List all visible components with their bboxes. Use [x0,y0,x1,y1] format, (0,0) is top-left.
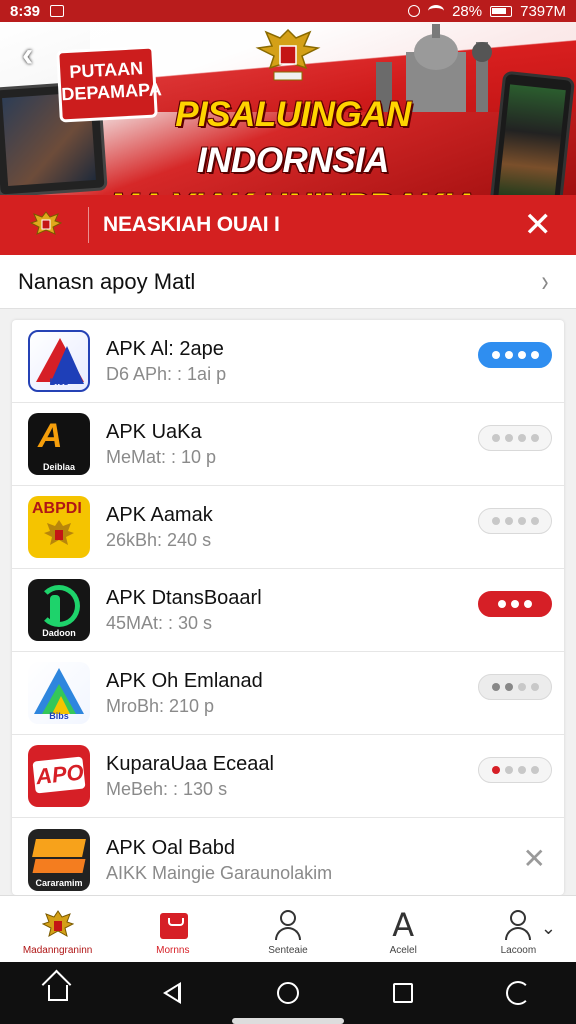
battery-icon [490,5,513,17]
tab-label: Acelel [389,945,417,956]
letter-a-icon: A [392,906,415,944]
garuda-emblem-icon [44,520,74,545]
tab-label: Mornns [156,945,190,956]
person-icon [502,909,534,941]
list-item[interactable]: A Deiblaa APK UaKa MeMat: : 10 p [12,403,564,486]
headline-line1-a: PISALUINGAN [175,95,411,134]
category-title: Nanasn apoy Matl [18,268,196,294]
system-nav-bar [0,962,576,1024]
tab-acelel[interactable]: A Acelel [346,896,461,962]
app-meta: MeBeh: : 130 s [106,779,228,799]
back-icon[interactable] [153,973,193,1013]
category-row[interactable]: Nanasn apoy Matl › [0,255,576,309]
mute-icon [408,5,421,17]
home-indicator [232,1018,344,1024]
status-bar: 8:39 28% 7397M [0,0,576,22]
chevron-right-icon: › [541,264,549,298]
app-logo-icon: Bies [28,330,90,392]
tab-mornns[interactable]: Mornns [115,896,230,962]
app-name: APK Aamak [106,504,213,526]
tab-label: Lacoom [500,945,537,956]
chevron-down-icon[interactable]: ⌄ [541,918,556,939]
gallery-notification-icon [50,5,65,17]
garuda-emblem-icon [255,28,321,81]
toggle-switch[interactable] [478,425,552,451]
app-name: APK DtansBoaarl [106,587,262,609]
battery-percent: 28% [452,2,483,20]
app-list: Bies APK Al: 2ape D6 APh: : 1ai p A Deib… [12,320,564,895]
app-name: APK Oh Emlanad [106,670,263,692]
app-meta: MroBh: 210 p [106,696,215,716]
tab-label: Madanngraninn [22,945,93,956]
app-name: KuparaUaa Eceaal [106,753,274,775]
app-logo-icon: A Deiblaa [28,413,90,475]
section-title: NEASKIAH OUAI I [103,213,280,236]
app-meta: MeMat: : 10 p [106,447,217,467]
app-logo-icon: Bibs [28,662,90,724]
status-clock: 7397M [520,2,566,20]
emblem-icon [41,910,74,937]
bottom-tab-bar: Madanngraninn Mornns Senteaie A Acelel L… [0,895,576,962]
app-meta: 45MAt: : 30 s [106,613,213,633]
garuda-emblem-icon [30,211,62,235]
back-button[interactable]: ‹ [22,38,52,72]
tab-senteaie[interactable]: Senteaie [230,896,345,962]
toggle-switch[interactable] [478,757,552,783]
close-icon[interactable]: ✕ [523,842,546,875]
list-item[interactable]: ABPDI APK Aamak 26kBh: 240 s [12,486,564,569]
home-circle-icon[interactable] [268,973,308,1013]
tray-icon [157,909,189,941]
banner-headline: PISALUINGAN INDORNSIA MA YIAK UNINPRAKIA [78,92,508,195]
list-item[interactable]: Dadoon APK DtansBoaarl 45MAt: : 30 s [12,569,564,652]
tab-label: Senteaie [268,945,308,956]
promo-banner: PUTAAN DEPAMAPA ‹ PISALUINGAN INDORNSIA … [0,22,576,195]
tab-home[interactable]: Madanngraninn [0,896,115,962]
app-name: APK Oal Babd [106,836,235,859]
app-logo-icon: Dadoon [28,579,90,641]
headline-line1-b: INDORNSIA [197,141,389,180]
app-logo-icon: ABPDI [28,496,90,558]
close-icon[interactable]: ✕ [524,208,553,242]
app-meta: AIKK Maingie Garaunolakim [106,862,333,883]
wifi-icon [428,5,445,17]
toggle-switch[interactable] [478,342,552,368]
toggle-switch[interactable] [478,508,552,534]
list-item[interactable]: APOK KuparaUaa Eceaal MeBeh: : 130 s [12,735,564,818]
app-logo-icon: APOK [28,745,90,807]
header-divider [88,207,89,243]
home-icon[interactable] [38,973,78,1013]
app-logo-icon: Cararamim [28,828,90,891]
person-icon [272,909,304,941]
recents-icon[interactable] [383,973,423,1013]
rotate-icon[interactable] [498,973,538,1013]
list-item[interactable]: Bies APK Al: 2ape D6 APh: : 1ai p [12,320,564,403]
app-name: APK Al: 2ape [106,338,224,360]
app-screen: 8:39 28% 7397M PUTAAN DEPAMAPA ‹ PISALUI… [0,0,576,1024]
tab-lacoom[interactable]: Lacoom [461,896,576,962]
app-meta: D6 APh: : 1ai p [106,364,227,384]
app-name: APK UaKa [106,421,202,443]
app-meta: 26kBh: 240 s [106,530,212,550]
status-time: 8:39 [10,2,41,20]
list-item[interactable]: Cararamim APK Oal Babd AIKK Maingie Gara… [12,818,564,895]
section-header: NEASKIAH OUAI I ✕ [0,195,576,255]
list-item[interactable]: Bibs APK Oh Emlanad MroBh: 210 p [12,652,564,735]
headline-line2: MA YIAK UNINPRAKIA [78,184,508,195]
toggle-switch[interactable] [478,591,552,617]
toggle-switch[interactable] [478,674,552,700]
